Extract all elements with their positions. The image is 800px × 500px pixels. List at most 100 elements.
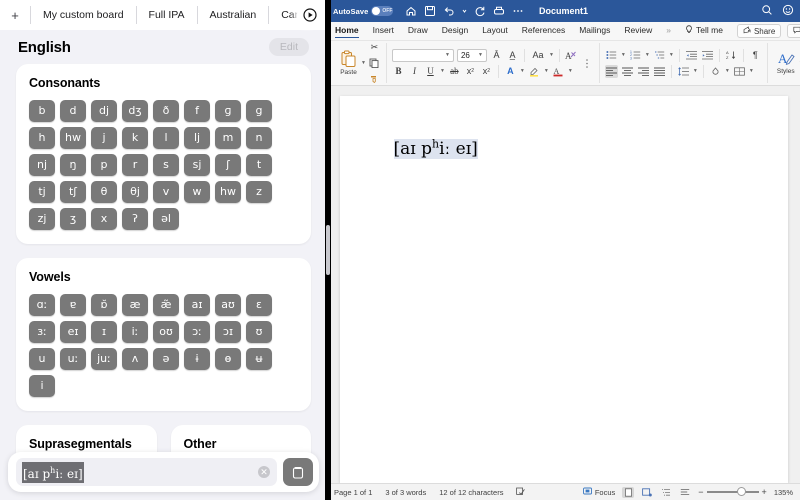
multilevel-list-caret-icon[interactable]: ▼	[669, 52, 674, 58]
ipa-key[interactable]: æ	[122, 294, 148, 316]
change-case-button[interactable]: Aa	[530, 49, 546, 62]
ipa-key[interactable]: g	[246, 100, 272, 122]
ipa-key[interactable]: juː	[91, 348, 117, 370]
text-effects-button[interactable]: A	[504, 65, 517, 78]
ipa-key[interactable]: tj	[29, 181, 55, 203]
styles-button[interactable]: A Styles	[773, 50, 799, 75]
ipa-key[interactable]: zj	[29, 208, 55, 230]
draft-view-button[interactable]	[679, 487, 691, 498]
ipa-key[interactable]: oʊ	[153, 321, 179, 343]
subscript-button[interactable]: x2	[464, 65, 477, 78]
text-effects-caret-icon[interactable]: ▼	[520, 68, 525, 74]
font-group-more-icon[interactable]	[581, 57, 594, 70]
paste-caret-icon[interactable]: ▼	[361, 60, 366, 66]
grow-font-button[interactable]: Ā	[490, 49, 503, 62]
clear-circle-icon[interactable]: ✕	[258, 466, 270, 478]
ipa-key[interactable]: iː	[122, 321, 148, 343]
search-icon[interactable]	[761, 4, 773, 18]
ipa-key[interactable]: x	[91, 208, 117, 230]
clear-formatting-button[interactable]: A	[565, 49, 578, 62]
cut-button[interactable]: ✂	[368, 41, 381, 54]
line-spacing-caret-icon[interactable]: ▼	[693, 68, 698, 74]
ipa-key[interactable]: əl	[153, 208, 179, 230]
ipa-key[interactable]: ʉ	[246, 348, 272, 370]
ipa-key[interactable]: k	[122, 127, 148, 149]
ipa-key[interactable]: eɪ	[60, 321, 86, 343]
ipa-key[interactable]: ɔɪ	[215, 321, 241, 343]
justify-button[interactable]	[653, 65, 666, 78]
share-button[interactable]: Share	[736, 24, 782, 38]
shading-button[interactable]	[709, 65, 722, 78]
ipa-key[interactable]: ɑː	[29, 294, 55, 316]
ipa-key[interactable]: aɪ	[184, 294, 210, 316]
ipa-key[interactable]: nj	[29, 154, 55, 176]
focus-button[interactable]: Focus	[582, 487, 615, 497]
ipa-key[interactable]: ɨ	[184, 348, 210, 370]
ipa-key[interactable]: l	[153, 127, 179, 149]
home-icon[interactable]	[405, 5, 417, 17]
ipa-key[interactable]: ə	[153, 348, 179, 370]
tab-draw[interactable]: Draw	[408, 25, 428, 37]
ipa-key[interactable]: ʌ	[122, 348, 148, 370]
outline-view-button[interactable]	[660, 487, 672, 498]
shrink-font-button[interactable]: A̲	[506, 49, 519, 62]
play-circle-icon[interactable]	[297, 2, 323, 28]
align-left-button[interactable]	[604, 64, 618, 78]
ipa-key[interactable]: lj	[184, 127, 210, 149]
autosave-switch[interactable]: OFF	[371, 6, 394, 16]
split-view-divider[interactable]	[325, 0, 331, 500]
tab-insert[interactable]: Insert	[373, 25, 394, 37]
paste-button[interactable]: Paste	[336, 50, 361, 76]
board-tab-australian[interactable]: Australian	[196, 6, 269, 24]
copy-icon[interactable]	[283, 458, 313, 486]
tab-overflow-chevron[interactable]: »	[666, 25, 671, 37]
undo-caret-icon[interactable]	[462, 5, 467, 17]
ipa-key[interactable]: ɡ	[215, 100, 241, 122]
highlight-caret-icon[interactable]: ▼	[544, 68, 549, 74]
ipa-key[interactable]: j	[91, 127, 117, 149]
comments-button[interactable]: Comments	[787, 24, 800, 38]
divider-grip[interactable]	[326, 225, 330, 275]
line-spacing-button[interactable]	[677, 65, 690, 78]
ipa-key[interactable]: n	[246, 127, 272, 149]
font-color-button[interactable]: A	[552, 65, 565, 78]
ipa-key[interactable]: i	[29, 375, 55, 397]
tab-mailings[interactable]: Mailings	[579, 25, 610, 37]
ipa-key[interactable]: hw	[60, 127, 86, 149]
transcription-input[interactable]: [aɪ phiː eɪ] ✕	[16, 458, 277, 486]
zoom-track[interactable]	[706, 487, 759, 496]
ipa-key[interactable]: f	[184, 100, 210, 122]
board-scroll-area[interactable]: Consonants b d dj dʒ ð f ɡ g h hw j k l lj m n nj ŋ p r s sj ʃ…	[0, 64, 327, 489]
ipa-key[interactable]: r	[122, 154, 148, 176]
ipa-key[interactable]: u	[29, 348, 55, 370]
strikethrough-button[interactable]: ab	[448, 65, 461, 78]
ipa-key[interactable]: ŋ	[60, 154, 86, 176]
ipa-key[interactable]: hw	[215, 181, 241, 203]
align-center-button[interactable]	[621, 65, 634, 78]
ipa-key[interactable]: θ	[91, 181, 117, 203]
ipa-key[interactable]: v	[153, 181, 179, 203]
more-icon[interactable]	[512, 5, 524, 17]
zoom-slider[interactable]: − +	[698, 487, 767, 497]
sort-button[interactable]: AZ	[725, 49, 738, 62]
board-tab-full-ipa[interactable]: Full IPA	[135, 6, 197, 24]
proofing-icon[interactable]	[516, 487, 526, 498]
underline-button[interactable]: U	[424, 65, 437, 78]
increase-indent-button[interactable]	[701, 49, 714, 62]
board-tab-my-custom-board[interactable]: My custom board	[30, 6, 136, 24]
font-color-caret-icon[interactable]: ▼	[568, 68, 573, 74]
ipa-key[interactable]: ɵ	[215, 348, 241, 370]
tab-home[interactable]: Home	[335, 25, 359, 38]
tab-review[interactable]: Review	[624, 25, 652, 37]
ipa-key[interactable]: p	[91, 154, 117, 176]
zoom-out-button[interactable]: −	[698, 487, 703, 497]
edit-button[interactable]: Edit	[268, 38, 309, 56]
ipa-key[interactable]: θj	[122, 181, 148, 203]
ipa-key[interactable]: ʃ	[215, 154, 241, 176]
font-name-input[interactable]: ▼	[391, 48, 454, 62]
ipa-key[interactable]: t	[246, 154, 272, 176]
ipa-key[interactable]: w	[184, 181, 210, 203]
ipa-key[interactable]: ð	[153, 100, 179, 122]
align-right-button[interactable]	[637, 65, 650, 78]
ipa-key[interactable]: dʒ	[122, 100, 148, 122]
